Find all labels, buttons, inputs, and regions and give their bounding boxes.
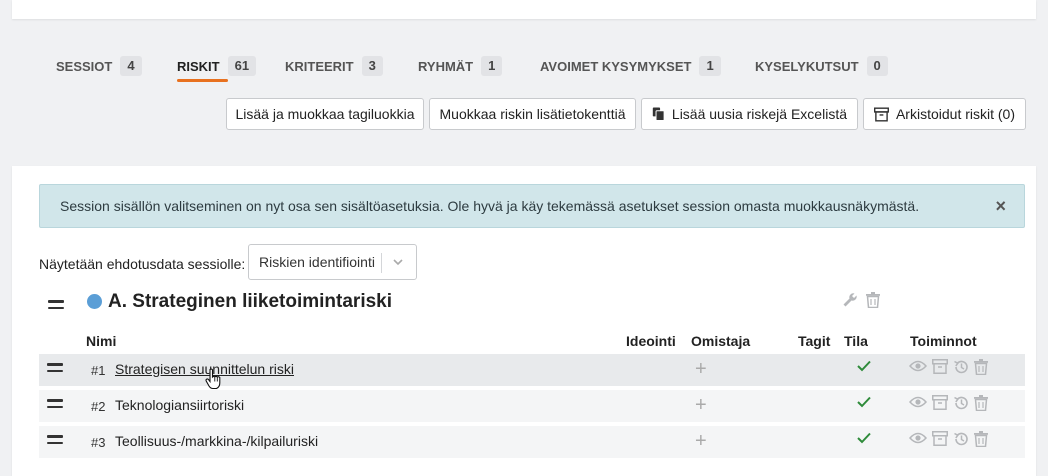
check-icon (857, 432, 871, 444)
hand-cursor-icon (205, 368, 221, 390)
row-actions (909, 359, 988, 375)
eye-icon[interactable] (909, 359, 927, 373)
tab-riskit[interactable]: RISKIT 61 (177, 52, 257, 82)
tab-avoimet-kysymykset[interactable]: AVOIMET KYSYMYKSET 1 (540, 52, 721, 80)
tab-count: 4 (120, 56, 142, 76)
row-number: #1 (91, 363, 106, 378)
tab-kyselykutsut[interactable]: KYSELYKUTSUT 0 (755, 52, 888, 80)
risk-name-link[interactable]: Teollisuus-/markkina-/kilpailuriski (115, 433, 318, 449)
tab-ryhmat[interactable]: RYHMÄT 1 (418, 52, 503, 80)
session-select-value: Riskien identifiointi (259, 254, 375, 270)
archive-icon (874, 106, 889, 122)
archive-icon[interactable] (932, 431, 948, 446)
tab-count: 1 (481, 56, 503, 76)
table-row[interactable]: #2 Teknologiansiirtoriski + (39, 390, 1025, 422)
add-owner-icon[interactable]: + (695, 358, 707, 381)
select-separator (381, 253, 382, 273)
button-label: Arkistoidut riskit (0) (895, 106, 1015, 122)
add-owner-icon[interactable]: + (695, 394, 707, 417)
close-icon[interactable]: × (995, 197, 1006, 215)
column-header-actions: Toiminnot (910, 333, 977, 349)
row-drag-handle-icon[interactable] (47, 435, 63, 448)
column-header-status[interactable]: Tila (844, 333, 868, 349)
history-icon[interactable] (953, 359, 969, 375)
trash-icon[interactable] (974, 431, 988, 447)
archive-icon[interactable] (932, 395, 948, 410)
tab-label: RISKIT (177, 58, 220, 74)
button-label: Muokkaa riskin lisätietokenttiä (439, 106, 626, 122)
history-icon[interactable] (953, 395, 969, 411)
check-icon (857, 360, 871, 372)
tab-label: RYHMÄT (418, 58, 474, 74)
tab-sessiot[interactable]: SESSIOT 4 (56, 52, 142, 80)
copy-icon (652, 107, 665, 121)
button-label: Lisää uusia riskejä Excelistä (671, 106, 847, 122)
tab-kriteerit[interactable]: KRITEERIT 3 (285, 52, 383, 80)
wrench-icon[interactable] (842, 292, 858, 308)
button-label: Lisää ja muokkaa tagiluokkia (235, 106, 415, 122)
row-drag-handle-icon[interactable] (47, 363, 63, 376)
extra-fields-button[interactable]: Muokkaa riskin lisätietokenttiä (429, 98, 636, 130)
tag-classes-button[interactable]: Lisää ja muokkaa tagiluokkia (226, 98, 424, 130)
group-drag-handle-icon[interactable] (48, 300, 64, 313)
archived-risks-button[interactable]: Arkistoidut riskit (0) (863, 98, 1026, 130)
column-header-name[interactable]: Nimi (86, 333, 116, 349)
tab-label: KRITEERIT (285, 58, 354, 74)
tab-label: KYSELYKUTSUT (755, 58, 859, 74)
tab-count: 3 (361, 56, 383, 76)
group-color-dot (87, 294, 102, 309)
chevron-down-icon (393, 259, 403, 266)
row-number: #3 (91, 435, 106, 450)
tab-count: 1 (699, 56, 721, 76)
session-filter-label: Näytetään ehdotusdata sessiolle: (39, 256, 246, 272)
risk-name-link[interactable]: Teknologiansiirtoriski (115, 397, 244, 413)
session-select[interactable]: Riskien identifiointi (248, 244, 417, 280)
trash-icon[interactable] (974, 359, 988, 375)
history-icon[interactable] (953, 431, 969, 447)
column-header-tags[interactable]: Tagit (798, 333, 830, 349)
group-actions (842, 292, 880, 308)
tab-count: 61 (227, 56, 257, 76)
check-icon (857, 396, 871, 408)
tab-count: 0 (866, 56, 888, 76)
archive-icon[interactable] (932, 359, 948, 374)
table-row[interactable]: #3 Teollisuus-/markkina-/kilpailuriski + (39, 426, 1025, 458)
info-alert: Session sisällön valitseminen on nyt osa… (39, 184, 1025, 228)
eye-icon[interactable] (909, 431, 927, 445)
trash-icon[interactable] (974, 395, 988, 411)
add-owner-icon[interactable]: + (695, 430, 707, 453)
row-drag-handle-icon[interactable] (47, 399, 63, 412)
tab-label: AVOIMET KYSYMYKSET (540, 58, 692, 74)
row-actions (909, 431, 988, 447)
eye-icon[interactable] (909, 395, 927, 409)
table-row[interactable]: #1 Strategisen suunnittelun riski + (39, 354, 1025, 386)
trash-icon[interactable] (866, 292, 880, 308)
column-header-owner[interactable]: Omistaja (691, 333, 750, 349)
column-header-ideas[interactable]: Ideointi (626, 333, 676, 349)
tab-label: SESSIOT (56, 58, 113, 74)
alert-text: Session sisällön valitseminen on nyt osa… (60, 198, 920, 214)
excel-import-button[interactable]: Lisää uusia riskejä Excelistä (641, 98, 858, 130)
top-card (12, 0, 1036, 19)
row-actions (909, 395, 988, 411)
group-title: A. Strateginen liiketoimintariski (108, 291, 393, 312)
row-number: #2 (91, 399, 106, 414)
